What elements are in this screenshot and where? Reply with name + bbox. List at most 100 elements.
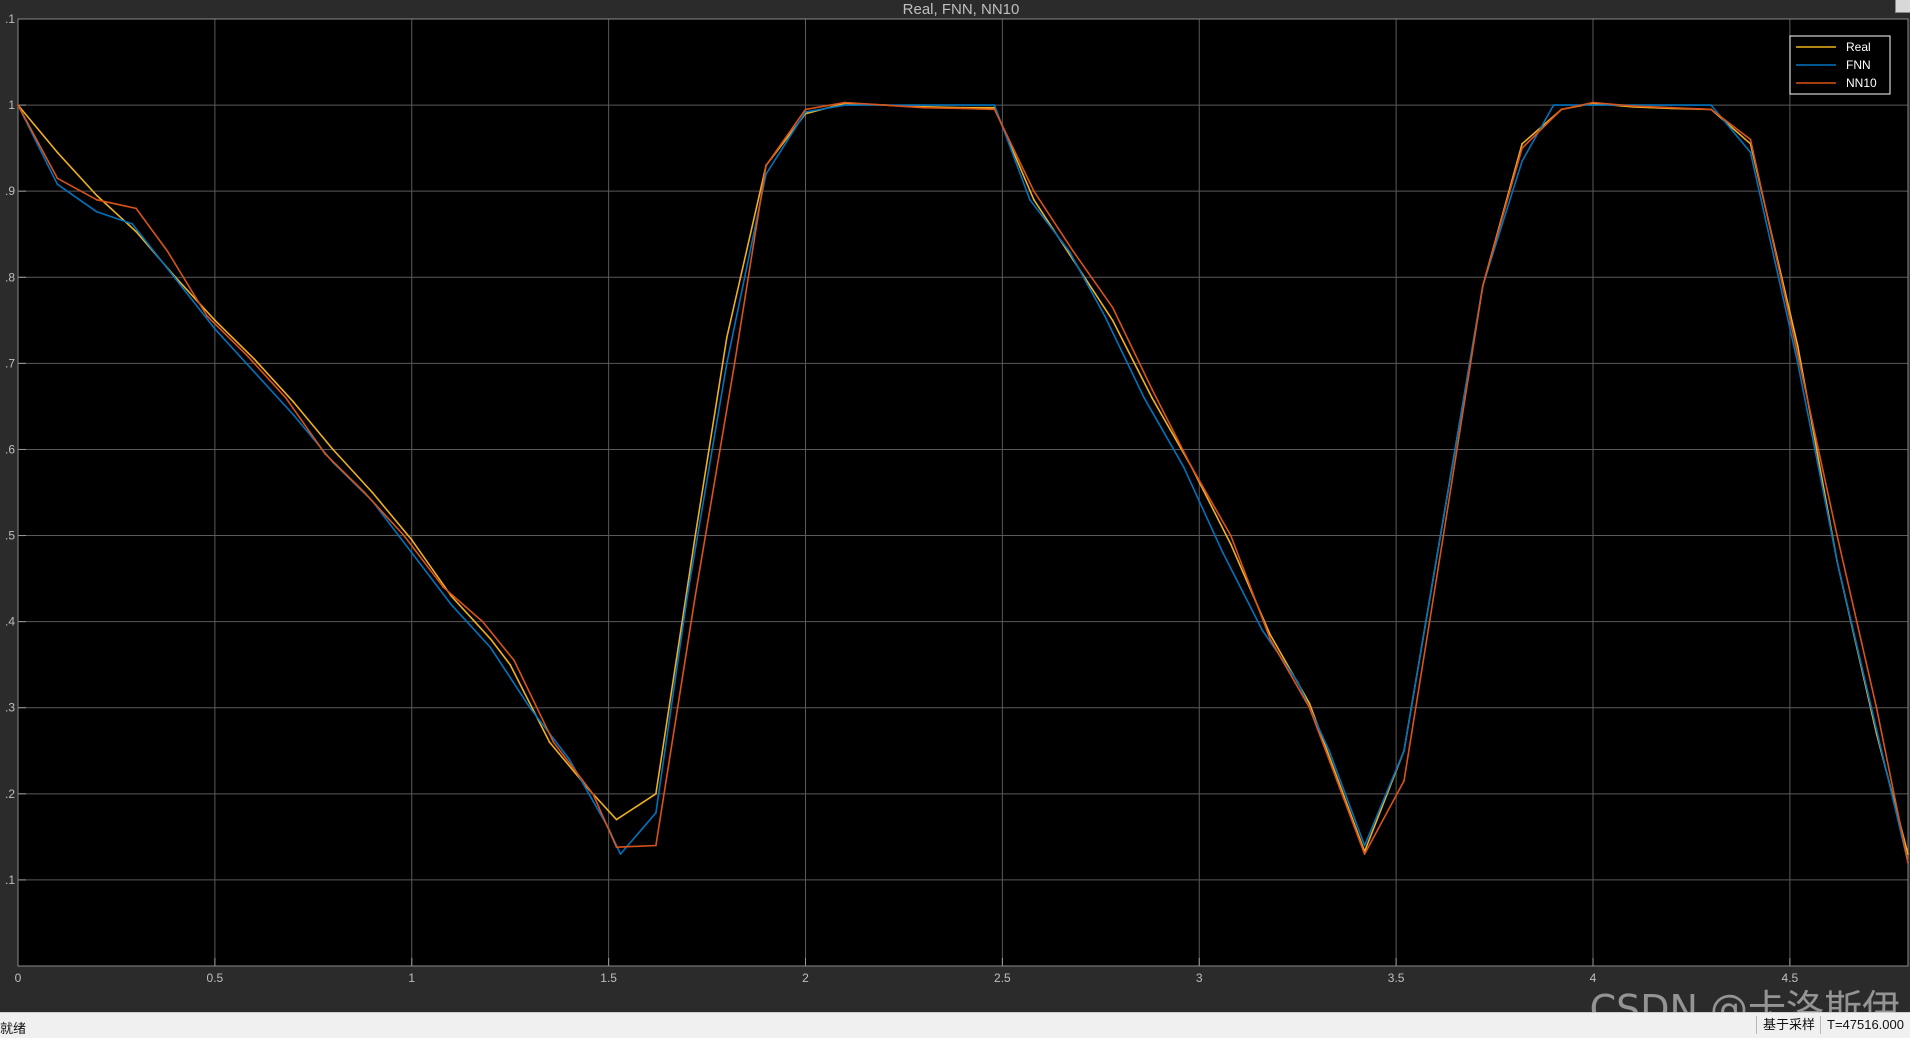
data-point: [1068, 250, 1071, 253]
data-point: [284, 396, 287, 399]
data-point: [1269, 638, 1271, 640]
data-point: [1710, 104, 1712, 106]
data-point: [1296, 681, 1299, 683]
data-point: [1875, 706, 1878, 709]
data-point: [592, 792, 594, 795]
data-point: [922, 104, 925, 106]
x-tick-label: 0: [15, 971, 22, 985]
x-tick-label: 2: [802, 971, 809, 985]
data-point: [615, 846, 618, 849]
plot-area: [18, 19, 1908, 966]
data-point: [410, 551, 413, 554]
data-point: [548, 741, 551, 744]
data-point: [513, 659, 515, 662]
y-tick-label: .1: [5, 873, 15, 887]
data-point: [993, 104, 996, 106]
status-bar: 就绪 基于采样 T=47516.000: [0, 1012, 1910, 1038]
data-point: [1631, 105, 1634, 107]
data-point: [1229, 543, 1232, 546]
data-point: [844, 101, 846, 104]
data-point: [1190, 465, 1193, 468]
data-point: [371, 491, 374, 494]
data-point: [1363, 844, 1366, 847]
sampling-label: 基于采样: [1756, 1016, 1821, 1034]
data-point: [1670, 106, 1673, 109]
data-point: [733, 362, 736, 365]
x-tick-label: 1.5: [600, 971, 617, 985]
y-tick-label: .3: [5, 701, 15, 715]
line-chart: Real, FNN, NN100 0.5 1 1.5 2 2.5 3 3.5 4 4.5.1.2.…: [0, 0, 1910, 1012]
data-point: [962, 107, 964, 110]
data-point: [56, 177, 59, 180]
data-point: [1749, 138, 1752, 141]
data-point: [655, 792, 657, 795]
data-point: [1875, 728, 1878, 731]
data-point: [1592, 101, 1594, 104]
legend-label: NN10: [1846, 76, 1877, 90]
data-point: [135, 230, 138, 233]
data-point: [1151, 388, 1153, 391]
data-point: [1521, 142, 1523, 145]
data-point: [686, 594, 689, 597]
data-point: [1552, 104, 1555, 106]
data-point: [765, 164, 767, 167]
data-point: [1560, 108, 1563, 111]
data-point: [1442, 534, 1445, 537]
data-point: [1111, 306, 1114, 309]
y-tick-label: .4: [5, 615, 15, 629]
data-point: [962, 104, 964, 106]
y-tick-label: .8: [5, 270, 15, 284]
data-point: [1072, 250, 1075, 253]
y-tick-label: .7: [5, 356, 15, 370]
data-point: [1229, 534, 1232, 537]
y-tick-label: .2: [5, 787, 15, 801]
data-point: [1363, 853, 1366, 855]
data-point: [619, 853, 622, 855]
data-point: [1710, 108, 1712, 111]
data-point: [844, 104, 846, 106]
data-point: [1403, 749, 1405, 752]
data-point: [489, 638, 492, 640]
data-point: [1111, 319, 1114, 322]
data-point: [568, 758, 571, 761]
data-point: [1907, 853, 1909, 855]
x-tick-label: 0.5: [207, 971, 224, 985]
legend-label: Real: [1846, 40, 1871, 54]
y-tick-label: .9: [5, 184, 15, 198]
data-point: [489, 646, 492, 649]
data-point: [1796, 353, 1799, 356]
data-point: [725, 336, 728, 339]
data-point: [131, 223, 134, 225]
data-point: [214, 319, 216, 322]
x-tick-label: 1: [408, 971, 415, 985]
x-tick-label: 2.5: [994, 971, 1011, 985]
data-point: [655, 844, 657, 847]
data-point: [1029, 198, 1031, 201]
data-point: [1442, 517, 1445, 520]
data-point: [253, 358, 256, 360]
data-point: [1308, 702, 1311, 705]
data-point: [95, 194, 98, 197]
data-point: [1481, 285, 1484, 287]
data-point: [1796, 345, 1799, 347]
data-point: [1836, 560, 1838, 563]
data-point: [1403, 780, 1405, 782]
y-tick-label: .6: [5, 442, 15, 456]
data-point: [56, 151, 59, 154]
data-point: [403, 534, 405, 537]
data-point: [481, 620, 484, 623]
undock-icon[interactable]: [1895, 0, 1910, 13]
data-point: [1143, 396, 1145, 399]
data-point: [1907, 861, 1909, 864]
data-point: [1151, 396, 1153, 399]
data-point: [1521, 160, 1523, 163]
data-point: [95, 198, 98, 201]
data-point: [529, 706, 531, 709]
data-point: [509, 663, 512, 666]
data-point: [1592, 104, 1594, 106]
data-point: [1308, 706, 1311, 709]
data-point: [1033, 198, 1035, 201]
data-point: [1328, 749, 1331, 752]
data-point: [410, 539, 413, 541]
data-point: [655, 811, 657, 814]
